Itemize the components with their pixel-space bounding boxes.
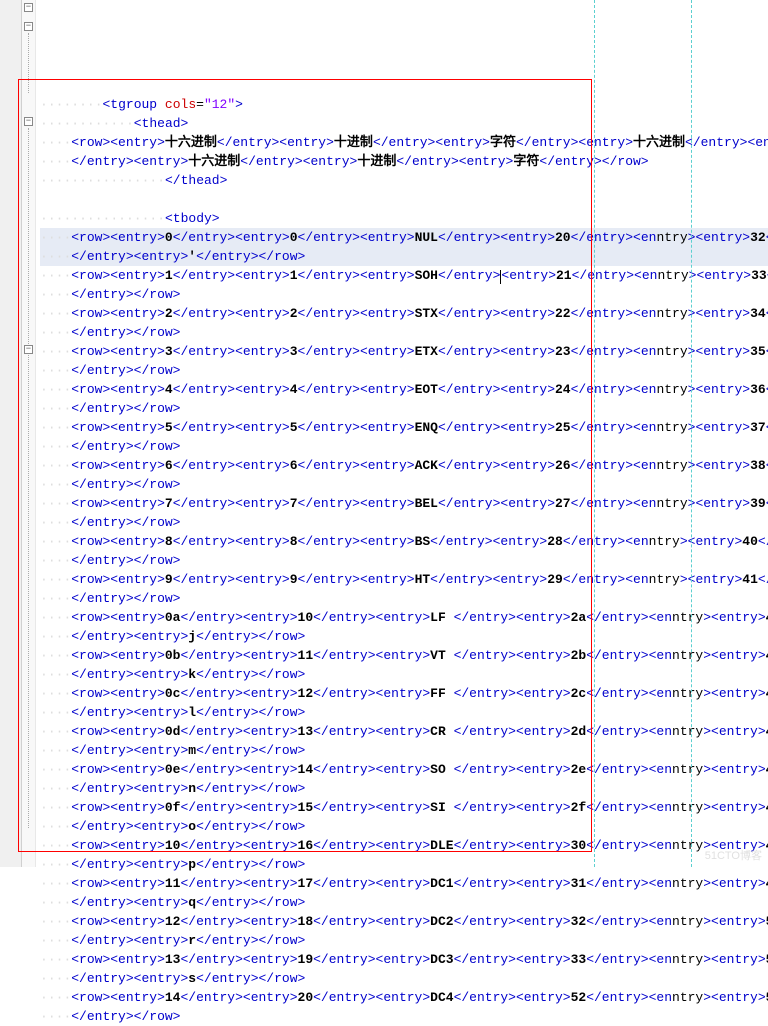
- line-number-gutter: [0, 0, 22, 867]
- blank-line[interactable]: [40, 190, 768, 209]
- table-row-cont[interactable]: ····</entry><entry>q</entry></row>: [40, 893, 768, 912]
- table-row[interactable]: ····<row><entry>7</entry><entry>7</entry…: [40, 494, 768, 513]
- table-row[interactable]: ····<row><entry>0b</entry><entry>11</ent…: [40, 646, 768, 665]
- table-row-cont[interactable]: ····</entry><entry>j</entry></row>: [40, 627, 768, 646]
- table-row[interactable]: ····<row><entry>1</entry><entry>1</entry…: [40, 266, 768, 285]
- thead-open[interactable]: ············<thead>: [40, 114, 768, 133]
- table-row-cont[interactable]: ····</entry></row>: [40, 399, 768, 418]
- table-row[interactable]: ····<row><entry>12</entry><entry>18</ent…: [40, 912, 768, 931]
- table-row-cont[interactable]: ····</entry></row>: [40, 551, 768, 570]
- tbody-open[interactable]: ················<tbody>: [40, 209, 768, 228]
- code-area[interactable]: ········<tgroup cols="12">············<t…: [36, 0, 768, 867]
- table-row-cont[interactable]: ····</entry></row>: [40, 1007, 768, 1026]
- fold-toggle-icon[interactable]: −: [24, 3, 33, 12]
- table-row-cont[interactable]: ····</entry></row>: [40, 285, 768, 304]
- table-row-cont[interactable]: ····</entry><entry>'</entry></row>: [40, 247, 768, 266]
- table-row-cont[interactable]: ····</entry><entry>n</entry></row>: [40, 779, 768, 798]
- fold-toggle-icon[interactable]: −: [24, 117, 33, 126]
- margin-guide: [594, 0, 595, 867]
- fold-guide: [28, 33, 29, 93]
- table-row-cont[interactable]: ····</entry></row>: [40, 513, 768, 532]
- table-row[interactable]: ····<row><entry>9</entry><entry>9</entry…: [40, 570, 768, 589]
- table-row[interactable]: ····<row><entry>8</entry><entry>8</entry…: [40, 532, 768, 551]
- table-row[interactable]: ····<row><entry>0a</entry><entry>10</ent…: [40, 608, 768, 627]
- text-cursor: [500, 270, 501, 284]
- margin-guide: [691, 0, 692, 867]
- watermark-text: 51CTO博客: [705, 847, 762, 863]
- table-row-cont[interactable]: ····</entry><entry>s</entry></row>: [40, 969, 768, 988]
- thead-close[interactable]: ················</thead>: [40, 171, 768, 190]
- fold-toggle-icon[interactable]: −: [24, 345, 33, 354]
- table-row[interactable]: ····<row><entry>6</entry><entry>6</entry…: [40, 456, 768, 475]
- table-row[interactable]: ····<row><entry>0f</entry><entry>15</ent…: [40, 798, 768, 817]
- table-row[interactable]: ····<row><entry>4</entry><entry>4</entry…: [40, 380, 768, 399]
- table-row-cont[interactable]: ····</entry></row>: [40, 361, 768, 380]
- table-row[interactable]: ····<row><entry>5</entry><entry>5</entry…: [40, 418, 768, 437]
- table-row[interactable]: ····<row><entry>13</entry><entry>19</ent…: [40, 950, 768, 969]
- fold-column[interactable]: − − − −: [22, 0, 36, 867]
- table-row-cont[interactable]: ····</entry><entry>o</entry></row>: [40, 817, 768, 836]
- table-row-cont[interactable]: ····</entry><entry>p</entry></row>: [40, 855, 768, 874]
- table-row-cont[interactable]: ····</entry><entry>k</entry></row>: [40, 665, 768, 684]
- table-row-cont[interactable]: ····</entry><entry>m</entry></row>: [40, 741, 768, 760]
- fold-toggle-icon[interactable]: −: [24, 22, 33, 31]
- header-row[interactable]: ····</entry><entry>十六进制</entry><entry>十进…: [40, 152, 768, 171]
- table-row[interactable]: ····<row><entry>11</entry><entry>17</ent…: [40, 874, 768, 893]
- table-row[interactable]: ····<row><entry>0</entry><entry>0</entry…: [40, 228, 768, 247]
- table-row-cont[interactable]: ····</entry><entry>r</entry></row>: [40, 931, 768, 950]
- fold-guide: [28, 128, 29, 828]
- code-editor[interactable]: − − − − ········<tgroup cols="12">······…: [0, 0, 768, 867]
- table-row[interactable]: ····<row><entry>0e</entry><entry>14</ent…: [40, 760, 768, 779]
- table-row-cont[interactable]: ····</entry></row>: [40, 437, 768, 456]
- table-row-cont[interactable]: ····</entry></row>: [40, 589, 768, 608]
- table-row[interactable]: ····<row><entry>2</entry><entry>2</entry…: [40, 304, 768, 323]
- table-row[interactable]: ····<row><entry>3</entry><entry>3</entry…: [40, 342, 768, 361]
- table-row-cont[interactable]: ····</entry></row>: [40, 323, 768, 342]
- table-row[interactable]: ····<row><entry>0d</entry><entry>13</ent…: [40, 722, 768, 741]
- table-row-cont[interactable]: ····</entry></row>: [40, 475, 768, 494]
- table-row[interactable]: ····<row><entry>0c</entry><entry>12</ent…: [40, 684, 768, 703]
- table-row[interactable]: ····<row><entry>14</entry><entry>20</ent…: [40, 988, 768, 1007]
- header-row[interactable]: ····<row><entry>十六进制</entry><entry>十进制</…: [40, 133, 768, 152]
- table-row-cont[interactable]: ····</entry><entry>l</entry></row>: [40, 703, 768, 722]
- tgroup-open[interactable]: ········<tgroup cols="12">: [40, 95, 768, 114]
- table-row[interactable]: ····<row><entry>10</entry><entry>16</ent…: [40, 836, 768, 855]
